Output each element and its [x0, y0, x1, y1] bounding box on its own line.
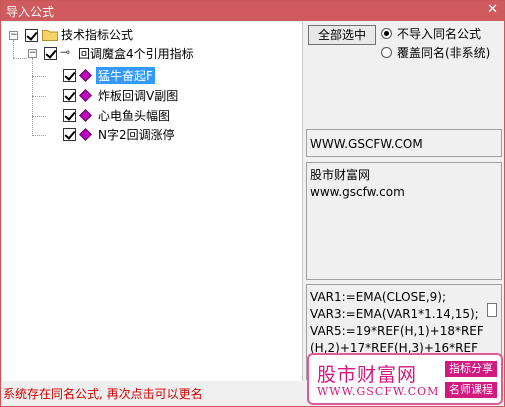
group-checkbox[interactable]	[44, 47, 57, 60]
tree-line	[32, 96, 46, 97]
watermark-tag-share: 指标分享	[445, 361, 497, 377]
folder-icon	[42, 30, 58, 41]
formula-diamond-icon	[79, 109, 92, 122]
item-checkbox[interactable]	[63, 69, 76, 82]
tree-line	[32, 135, 46, 136]
code-line: VAR5:=19*REF(H,1)+18*REF	[310, 324, 484, 338]
item-checkbox[interactable]	[63, 109, 76, 122]
tree-root-label[interactable]: 技术指标公式	[61, 26, 133, 43]
formula-diamond-icon	[79, 128, 92, 141]
tree-line	[32, 76, 46, 77]
close-icon[interactable]: ✕	[487, 2, 498, 17]
tree-item-label[interactable]: 炸板回调V副图	[98, 87, 178, 104]
tree-item-label[interactable]: N字2回调涨停	[98, 126, 175, 143]
watermark-logo: 股市财富网 WWW.GSCFW.COM 指标分享 名师课程	[307, 353, 503, 405]
code-line: VAR3:=EMA(VAR1*1.14,15);	[310, 307, 479, 321]
watermark-tag-course: 名师课程	[445, 382, 497, 398]
tree-line	[13, 58, 27, 59]
radio-overwrite-label[interactable]: 覆盖同名(非系统)	[397, 44, 490, 61]
window-title: 导入公式	[6, 5, 55, 19]
radio-skip-label[interactable]: 不导入同名公式	[397, 25, 481, 42]
radio-overwrite[interactable]	[381, 47, 392, 58]
group-expander[interactable]: −	[28, 49, 37, 58]
url-text: WWW.GSCFW.COM	[310, 137, 423, 151]
item-checkbox[interactable]	[63, 128, 76, 141]
watermark-name: 股市财富网	[317, 364, 418, 386]
options-panel: 全部选中 不导入同名公式 覆盖同名(非系统) WWW.GSCFW.COM 股市财…	[304, 22, 504, 381]
formula-diamond-icon	[79, 69, 92, 82]
watermark-url: WWW.GSCFW.COM	[317, 385, 440, 398]
desc-line: 股市财富网	[310, 168, 371, 182]
desc-line: www.gscfw.com	[310, 185, 405, 199]
formula-tree: − 技术指标公式 − ⊸ 回调魔盒4个引用指标 猛牛奋起F 炸板回调V副图 心电…	[2, 22, 303, 381]
url-box: WWW.GSCFW.COM	[306, 129, 502, 157]
description-box: 股市财富网 www.gscfw.com	[306, 162, 502, 280]
tree-item-label[interactable]: 心电鱼头幅图	[98, 107, 170, 124]
root-checkbox[interactable]	[25, 29, 38, 42]
tree-line	[13, 40, 14, 58]
radio-skip-duplicates[interactable]	[381, 28, 392, 39]
root-expander[interactable]: −	[9, 31, 18, 40]
select-all-button[interactable]: 全部选中	[308, 25, 376, 45]
tree-item-label[interactable]: 猛牛奋起F	[96, 67, 155, 84]
key-icon: ⊸	[60, 45, 71, 59]
formula-diamond-icon	[79, 89, 92, 102]
code-line: VAR1:=EMA(CLOSE,9);	[310, 290, 447, 304]
status-message: 系统存在同名公式, 再次点击可以更名	[3, 387, 203, 401]
tree-line	[32, 116, 46, 117]
import-formula-dialog: 导入公式 ✕ − 技术指标公式 − ⊸ 回调魔盒4个引用指标 猛牛奋起F 炸板回…	[0, 0, 505, 407]
title-bar[interactable]: 导入公式 ✕	[1, 1, 504, 21]
scrollbar-thumb[interactable]	[487, 303, 497, 317]
item-checkbox[interactable]	[63, 89, 76, 102]
tree-group-label[interactable]: 回调魔盒4个引用指标	[78, 45, 194, 62]
